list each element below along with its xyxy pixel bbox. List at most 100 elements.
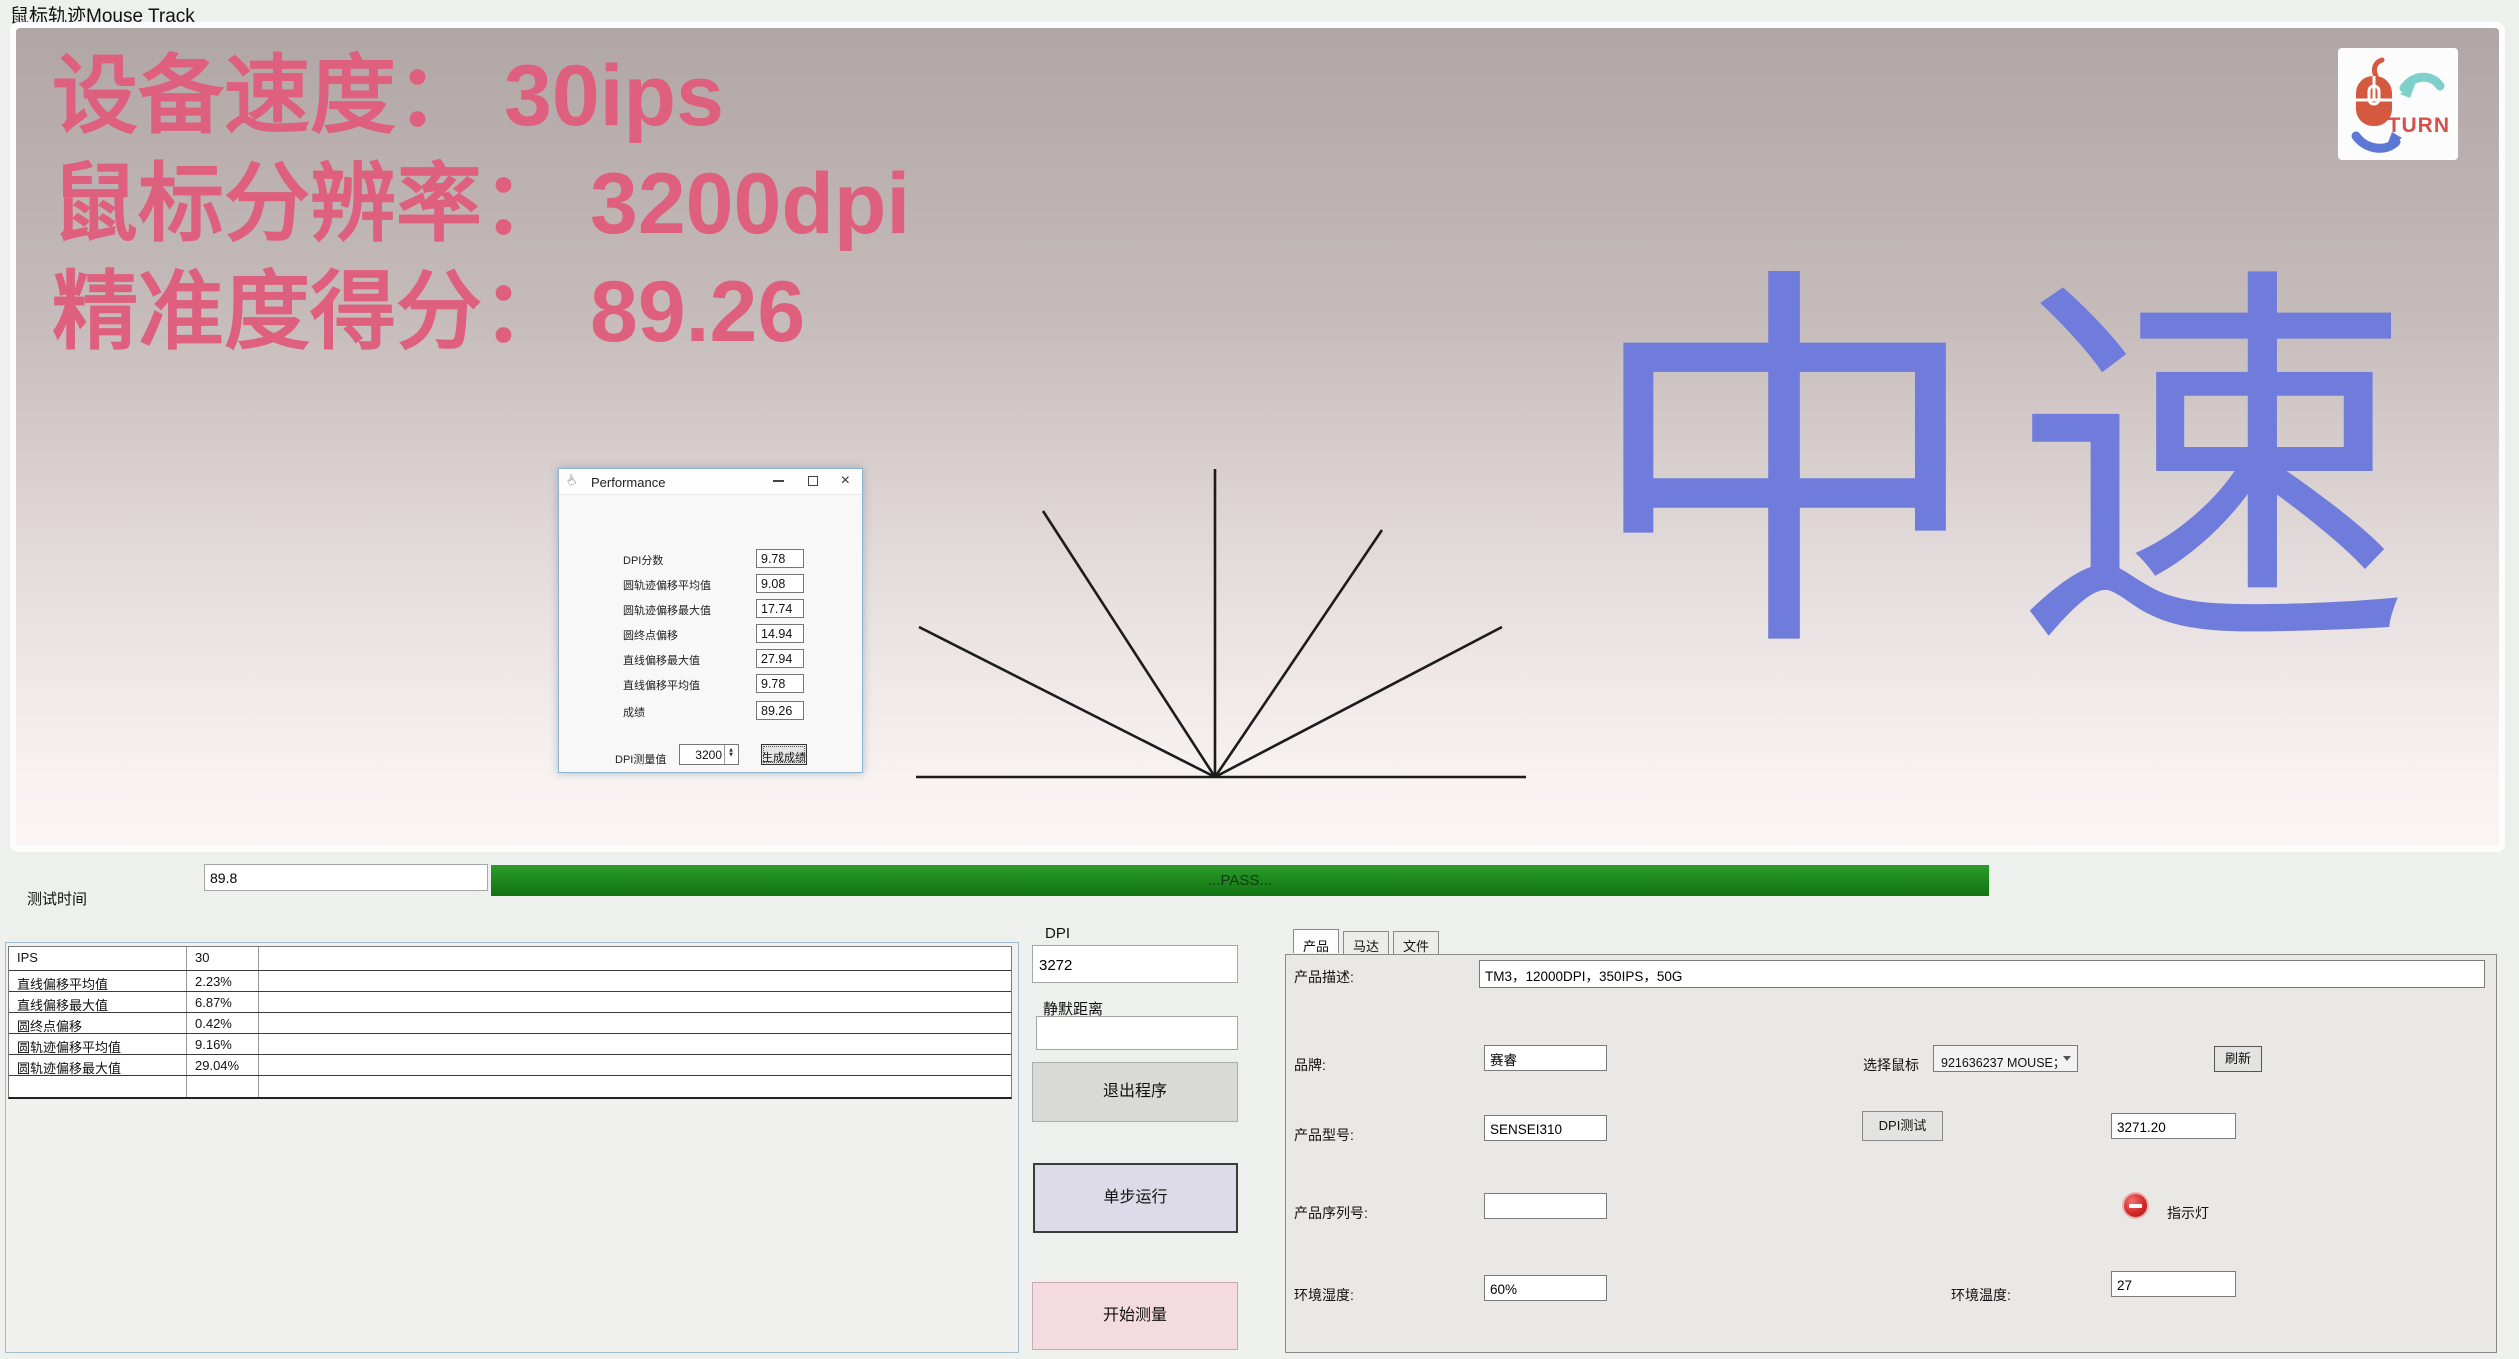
dpi-input[interactable] xyxy=(1032,945,1238,983)
serial-number-input[interactable] xyxy=(1484,1193,1607,1219)
row-label: 圆轨迹偏移平均值 xyxy=(9,1034,187,1054)
brand-input[interactable] xyxy=(1484,1045,1607,1071)
test-time-input[interactable] xyxy=(204,864,488,891)
serial-number-label: 产品序列号: xyxy=(1294,1203,1368,1223)
tab-file[interactable]: 文件 xyxy=(1393,931,1439,955)
table-row: 圆轨迹偏移平均值 9.16% xyxy=(9,1034,1011,1055)
dpi-measure-value: 3200 xyxy=(695,748,722,762)
header-empty xyxy=(259,947,1011,970)
score-label: 成绩 xyxy=(623,704,645,720)
dpi-label: DPI xyxy=(1045,925,1070,942)
turn-logo: TURN xyxy=(2338,48,2458,160)
dpi-test-result-input[interactable] xyxy=(2111,1113,2236,1139)
perf-row-dpi-score: DPI分数 9.78 xyxy=(559,549,862,569)
dpi-measure-label: DPI测量值 xyxy=(615,751,666,767)
humidity-label: 环境湿度: xyxy=(1294,1285,1354,1305)
brand-label: 品牌: xyxy=(1294,1055,1326,1075)
device-speed-value: 30ips xyxy=(504,48,724,144)
close-icon[interactable]: × xyxy=(841,472,850,490)
row-value xyxy=(187,1076,259,1097)
tab-motor[interactable]: 马达 xyxy=(1343,931,1389,955)
turn-logo-graphic xyxy=(2338,48,2458,160)
score-field[interactable]: 89.26 xyxy=(756,701,804,720)
tab-product[interactable]: 产品 xyxy=(1293,929,1339,953)
perf-row-score: 成绩 89.26 xyxy=(559,701,862,721)
circle-end-offset-label: 圆终点偏移 xyxy=(623,627,678,643)
table-row: 圆终点偏移 0.42% xyxy=(9,1013,1011,1034)
accuracy-score-value: 89.26 xyxy=(590,264,805,360)
row-value: 6.87% xyxy=(187,992,259,1012)
circle-offset-max-field[interactable]: 17.74 xyxy=(756,599,804,618)
row-label: 直线偏移平均值 xyxy=(9,971,187,991)
perf-row-circle-end: 圆终点偏移 14.94 xyxy=(559,624,862,644)
row-empty-cell xyxy=(259,1076,1011,1097)
line-offset-avg-label: 直线偏移平均值 xyxy=(623,677,700,693)
row-empty-cell xyxy=(259,992,1011,1012)
progress-pass-text: ...PASS... xyxy=(1208,872,1272,889)
single-step-button[interactable]: 单步运行 xyxy=(1033,1163,1238,1233)
perf-row-line-max: 直线偏移最大值 27.94 xyxy=(559,649,862,669)
device-speed-line: 设备速度：30ips xyxy=(52,42,910,150)
header-ips: IPS xyxy=(9,947,187,970)
line-offset-max-label: 直线偏移最大值 xyxy=(623,652,700,668)
speed-class-text: 中速 xyxy=(1585,270,2441,670)
indicator-light-icon xyxy=(2122,1192,2149,1219)
row-label xyxy=(9,1076,187,1097)
row-empty-cell xyxy=(259,1013,1011,1033)
line-offset-max-field[interactable]: 27.94 xyxy=(756,649,804,668)
circle-offset-avg-field[interactable]: 9.08 xyxy=(756,574,804,593)
generate-score-button[interactable]: 生成成绩 xyxy=(761,744,807,765)
product-tabs: 产品 马达 文件 xyxy=(1293,931,1443,955)
table-row: 直线偏移最大值 6.87% xyxy=(9,992,1011,1013)
circle-offset-avg-label: 圆轨迹偏移平均值 xyxy=(623,577,711,593)
maximize-icon[interactable] xyxy=(808,476,818,486)
performance-title: Performance xyxy=(591,475,665,490)
dpi-measure-spinner[interactable]: 3200 ▲▼ xyxy=(679,744,739,765)
line-offset-avg-field[interactable]: 9.78 xyxy=(756,674,804,693)
humidity-input[interactable] xyxy=(1484,1275,1607,1301)
score-summary: 设备速度：30ips 鼠标分辨率：3200dpi 精准度得分：89.26 xyxy=(52,42,910,366)
select-mouse-value: 921636237 MOUSE； xyxy=(1941,1052,2065,1071)
select-mouse-dropdown[interactable]: 921636237 MOUSE； xyxy=(1933,1045,2078,1072)
accuracy-score-line: 精准度得分：89.26 xyxy=(52,258,910,366)
row-label: 圆终点偏移 xyxy=(9,1013,187,1033)
temperature-label: 环境温度: xyxy=(1951,1285,2011,1305)
silent-distance-input[interactable] xyxy=(1036,1016,1238,1050)
product-description-input[interactable] xyxy=(1479,960,2485,988)
table-row: 圆轨迹偏移最大值 29.04% xyxy=(9,1055,1011,1076)
spinner-arrows-icon[interactable]: ▲▼ xyxy=(724,745,737,764)
row-label: 直线偏移最大值 xyxy=(9,992,187,1012)
product-model-input[interactable] xyxy=(1484,1115,1607,1141)
hand-cursor-icon: ☝ xyxy=(564,472,578,490)
dpi-score-field[interactable]: 9.78 xyxy=(756,549,804,568)
temperature-input[interactable] xyxy=(2111,1271,2236,1297)
table-header-row: IPS 30 xyxy=(9,947,1011,971)
row-value: 29.04% xyxy=(187,1055,259,1075)
results-table[interactable]: IPS 30 直线偏移平均值 2.23% 直线偏移最大值 6.87% 圆终点偏移… xyxy=(8,946,1012,1099)
test-time-label: 测试时间 xyxy=(27,888,87,909)
performance-window: ☝ Performance × DPI分数 9.78 圆轨迹偏移平均值 9.08 圆… xyxy=(558,468,863,773)
turn-logo-text: TURN xyxy=(2388,114,2450,138)
product-description-label: 产品描述: xyxy=(1294,967,1354,987)
chevron-down-icon xyxy=(2063,1056,2071,1061)
start-measure-button[interactable]: 开始测量 xyxy=(1032,1282,1238,1350)
dpi-test-button[interactable]: DPI测试 xyxy=(1862,1111,1943,1141)
header-30: 30 xyxy=(187,947,259,970)
perf-row-circle-max: 圆轨迹偏移最大值17.74 xyxy=(559,599,862,619)
indicator-bar xyxy=(2129,1204,2142,1208)
circle-end-offset-field[interactable]: 14.94 xyxy=(756,624,804,643)
table-row xyxy=(9,1076,1011,1097)
perf-row-circle-avg: 圆轨迹偏移平均值 9.08 xyxy=(559,574,862,594)
mouse-resolution-line: 鼠标分辨率：3200dpi xyxy=(52,150,910,258)
row-label: 圆轨迹偏移最大值 xyxy=(9,1055,187,1075)
mouse-track-fan-lines xyxy=(900,455,1540,795)
refresh-button[interactable]: 刷新 xyxy=(2214,1046,2262,1072)
results-panel: IPS 30 直线偏移平均值 2.23% 直线偏移最大值 6.87% 圆终点偏移… xyxy=(5,942,1019,1353)
performance-titlebar[interactable]: ☝ Performance × xyxy=(559,469,862,495)
exit-program-button[interactable]: 退出程序 xyxy=(1032,1062,1238,1122)
row-empty-cell xyxy=(259,1055,1011,1075)
dpi-score-label: DPI分数 xyxy=(623,552,663,568)
row-value: 9.16% xyxy=(187,1034,259,1054)
device-speed-label: 设备速度： xyxy=(52,48,482,144)
minimize-icon[interactable] xyxy=(773,480,784,482)
